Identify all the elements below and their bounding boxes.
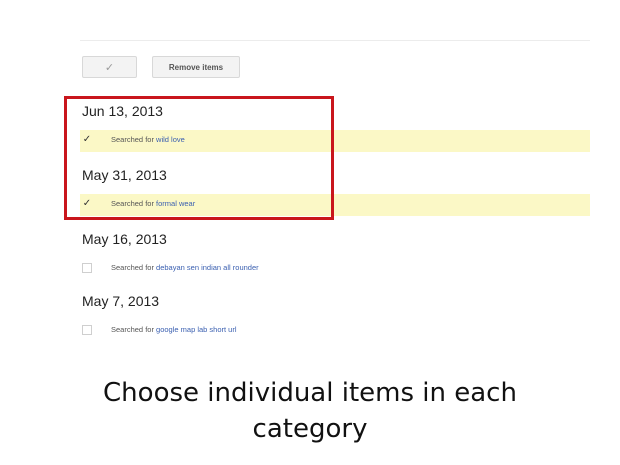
history-item[interactable]: ✓ Searched for formal wear	[80, 194, 590, 216]
slide-caption: Choose individual items in each category	[0, 375, 620, 447]
history-item-text: Searched for formal wear	[111, 199, 195, 208]
history-item-prefix: Searched for	[111, 325, 154, 334]
checkmark-icon[interactable]: ✓	[82, 199, 92, 209]
history-item-query[interactable]: google map lab short url	[156, 325, 236, 334]
checkmark-icon[interactable]: ✓	[82, 135, 92, 145]
history-item[interactable]: Searched for google map lab short url	[80, 320, 590, 342]
caption-line-2: category	[252, 414, 368, 444]
group-date: May 31, 2013	[82, 167, 167, 183]
divider	[80, 40, 590, 41]
history-item-text: Searched for google map lab short url	[111, 325, 237, 334]
select-all-button[interactable]: ✓	[82, 56, 137, 78]
group-date: May 7, 2013	[82, 293, 160, 309]
group-date: Jun 13, 2013	[82, 103, 163, 119]
history-item-text: Searched for wild love	[111, 135, 185, 144]
checkbox[interactable]	[82, 263, 92, 273]
group-date: May 16, 2013	[82, 231, 167, 247]
history-item-prefix: Searched for	[111, 199, 154, 208]
history-item[interactable]: Searched for debayan sen indian all roun…	[80, 258, 590, 280]
history-item-query[interactable]: wild love	[156, 135, 185, 144]
history-item-prefix: Searched for	[111, 135, 154, 144]
history-item[interactable]: ✓ Searched for wild love	[80, 130, 590, 152]
history-item-prefix: Searched for	[111, 263, 154, 272]
history-screenshot: ✓ Remove items Jun 13, 2013 ✓ Searched f…	[0, 0, 620, 360]
checkmark-icon: ✓	[104, 61, 115, 74]
history-item-text: Searched for debayan sen indian all roun…	[111, 263, 259, 272]
checkbox[interactable]	[82, 325, 92, 335]
remove-items-button[interactable]: Remove items	[152, 56, 240, 78]
history-item-query[interactable]: formal wear	[156, 199, 195, 208]
caption-line-1: Choose individual items in each	[103, 378, 517, 408]
history-item-query[interactable]: debayan sen indian all rounder	[156, 263, 259, 272]
